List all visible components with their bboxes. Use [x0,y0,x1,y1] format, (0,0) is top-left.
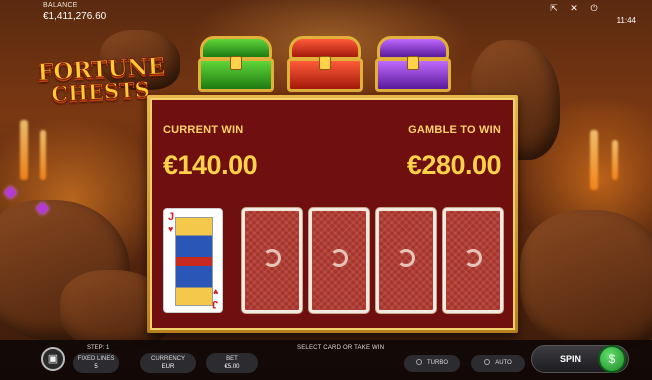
turbo-label: TURBO [427,360,448,366]
fullscreen-icon[interactable]: ⇱ [548,2,560,14]
cards-menu-icon: ▣ [47,353,59,365]
fixed-lines-value: 5 [94,364,98,370]
gamble-to-win-label: GAMBLE TO WIN [408,124,501,136]
card-suit: ♥ [212,287,218,297]
fixed-lines-label: FIXED LINES [77,356,115,362]
gamble-panel: CURRENT WIN GAMBLE TO WIN €140.00 €280.0… [147,95,518,333]
hidden-card-4[interactable] [443,208,503,313]
lava-glow [612,140,618,180]
card-rank: J [168,211,175,223]
hidden-card-1[interactable] [242,208,302,313]
revealed-card: J ♥ J ♥ [163,208,223,313]
jack-of-hearts-art [175,217,213,306]
currency-selector[interactable]: CURRENCY EUR [140,353,196,373]
current-win-label: CURRENT WIN [163,124,244,136]
take-win-icon[interactable]: $ [598,345,626,373]
gamble-to-win-value: €280.00 [406,150,502,180]
gem [4,186,17,199]
mute-icon[interactable]: ✕ [568,2,580,14]
currency-value: EUR [161,364,175,370]
logo-line-2: CHESTS [50,76,151,107]
balance-value: €1,411,276.60 [43,11,107,22]
turbo-toggle[interactable]: TURBO [404,355,460,372]
auto-toggle[interactable]: AUTO [471,355,525,372]
lava-glow [590,130,598,190]
top-bar: BALANCE €1,411,276.60 ⇱ ✕ ⏻ 11:44 [0,0,652,28]
spin-label: SPIN [560,354,582,364]
bet-selector[interactable]: BET €5.00 [206,353,258,373]
auto-label: AUTO [495,360,512,366]
card-suit: ♥ [168,224,174,234]
card-emblem-icon [263,249,281,267]
lava-glow [20,120,28,180]
chest-purple [373,32,453,94]
balance-label: BALANCE [43,2,78,9]
hidden-card-2[interactable] [309,208,369,313]
card-rank: J [211,298,218,310]
lava-glow [40,130,46,180]
bet-value: €5.00 [224,364,240,370]
game-logo: FORTUNE CHESTS [36,52,166,107]
menu-button[interactable]: ▣ [41,347,65,371]
chest-red [285,32,365,94]
card-emblem-icon [330,249,348,267]
rock-right [520,210,652,350]
clock: 11:44 [616,16,636,25]
current-win-value: €140.00 [163,150,258,180]
status-message: SELECT CARD OR TAKE WIN [297,345,385,351]
chest-green [196,32,276,94]
fixed-lines-display: FIXED LINES 5 [73,353,119,373]
power-icon[interactable]: ⏻ [588,2,600,14]
toggle-dot-icon [416,359,422,365]
currency-label: CURRENCY [150,356,185,362]
hidden-card-3[interactable] [376,208,436,313]
card-emblem-icon [397,249,415,267]
card-emblem-icon [464,249,482,267]
bet-label: BET [226,356,238,362]
toggle-dot-icon [484,359,491,365]
step-indicator: STEP: 1 [87,345,110,351]
